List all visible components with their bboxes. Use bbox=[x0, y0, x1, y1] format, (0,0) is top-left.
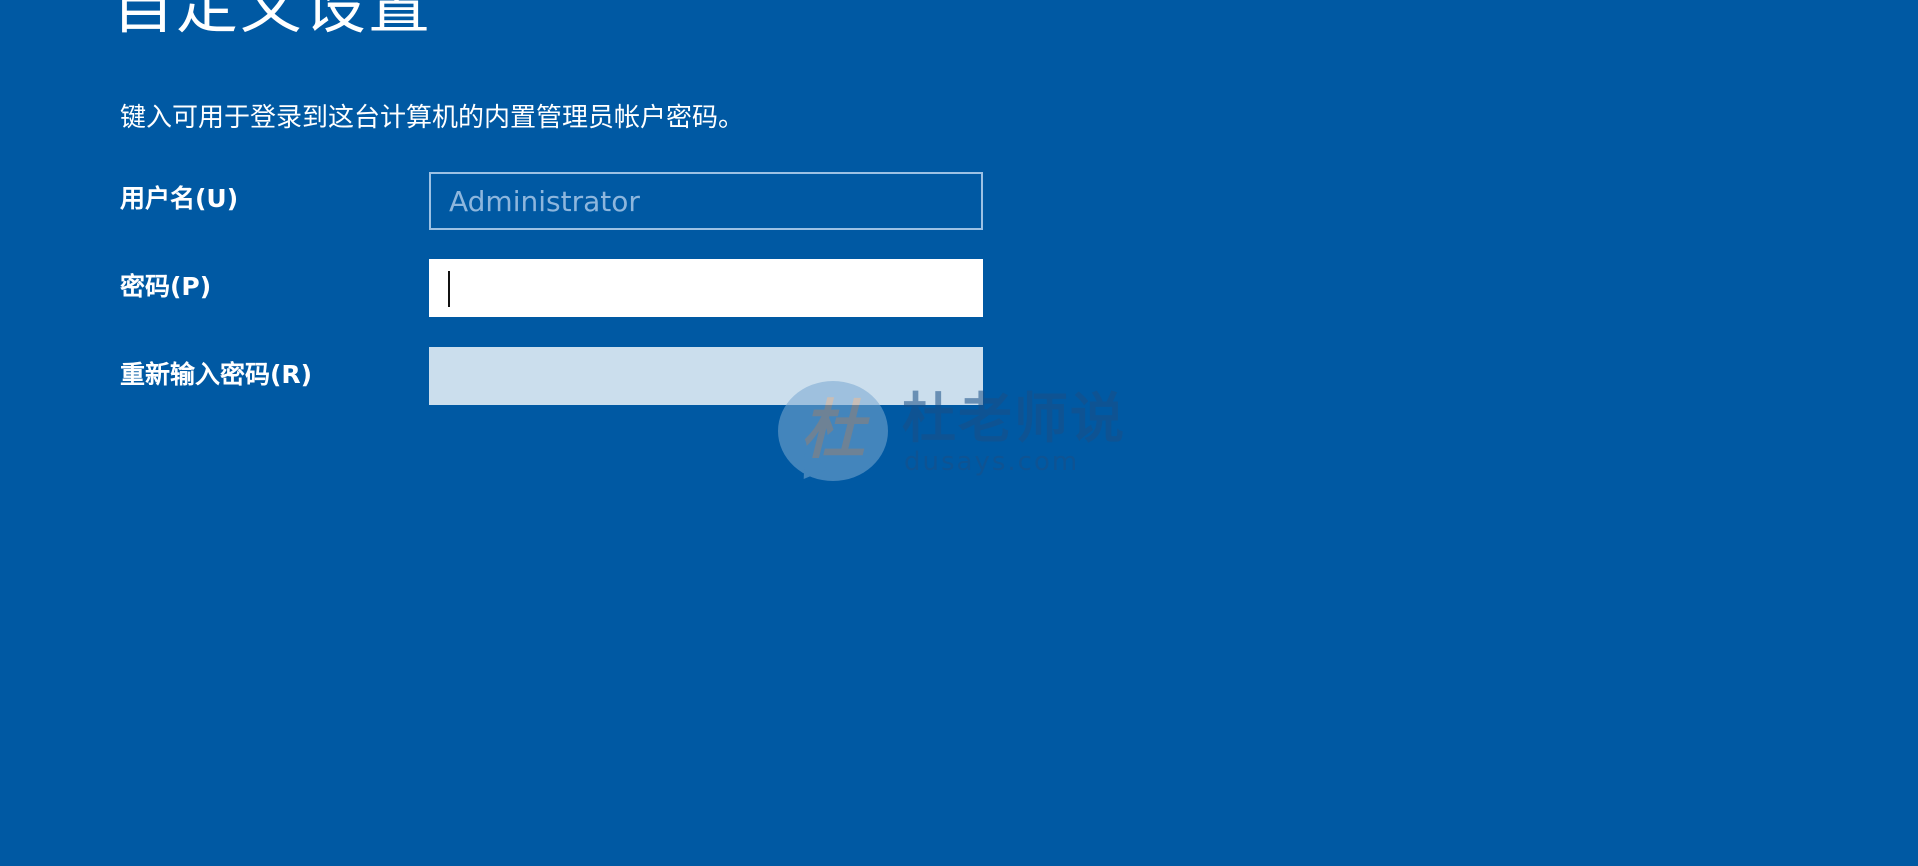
watermark: 杜 杜老师说 dusays.com bbox=[778, 381, 1150, 491]
page-title: 自定义设置 bbox=[112, 0, 433, 42]
text-caret bbox=[448, 271, 450, 307]
reenter-password-label: 重新输入密码(R) bbox=[120, 360, 313, 389]
password-field[interactable] bbox=[429, 259, 983, 317]
username-field[interactable] bbox=[429, 172, 983, 230]
username-label: 用户名(U) bbox=[120, 184, 239, 213]
watermark-domain: dusays.com bbox=[904, 447, 1080, 477]
instruction-text: 键入可用于登录到这台计算机的内置管理员帐户密码。 bbox=[120, 103, 745, 133]
password-label: 密码(P) bbox=[120, 272, 212, 301]
watermark-name: 杜老师说 bbox=[902, 387, 1126, 450]
watermark-logo-glyph: 杜 bbox=[801, 393, 865, 468]
